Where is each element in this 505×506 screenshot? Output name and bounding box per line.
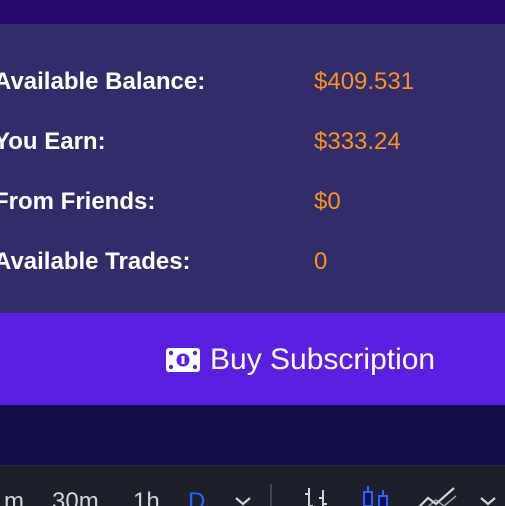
candlestick-icon[interactable] — [360, 484, 392, 506]
account-summary-card: Available Balance: $409.531 You Earn: $3… — [0, 24, 505, 313]
from-friends-label: From Friends: — [0, 188, 156, 215]
timeframe-d[interactable]: D — [188, 488, 205, 506]
chevron-down-icon[interactable] — [478, 494, 498, 506]
timeframe-1h[interactable]: 1h — [133, 488, 160, 506]
available-balance-value: $409.531 — [314, 68, 415, 95]
you-earn-row: You Earn: $333.24 — [0, 120, 505, 160]
buy-subscription-label: Buy Subscription — [210, 343, 436, 376]
money-bill-icon — [166, 348, 200, 372]
available-trades-value: 0 — [314, 248, 328, 275]
available-balance-label: Available Balance: — [0, 68, 206, 95]
buy-subscription-button[interactable]: Buy Subscription — [0, 313, 505, 405]
content-band — [0, 405, 505, 465]
line-chart-icon[interactable] — [414, 484, 460, 506]
from-friends-value: $0 — [314, 188, 341, 215]
toolbar-divider — [270, 484, 272, 506]
timeframe-m[interactable]: m — [4, 488, 24, 506]
available-trades-label: Available Trades: — [0, 248, 191, 275]
top-bar — [0, 0, 505, 24]
you-earn-label: You Earn: — [0, 128, 106, 155]
bar-chart-icon[interactable] — [303, 484, 331, 506]
available-trades-row: Available Trades: 0 — [0, 240, 505, 280]
available-balance-row: Available Balance: $409.531 — [0, 60, 505, 100]
chevron-down-icon[interactable] — [233, 494, 253, 506]
you-earn-value: $333.24 — [314, 128, 401, 155]
timeframe-30m[interactable]: 30m — [52, 488, 99, 506]
from-friends-row: From Friends: $0 — [0, 180, 505, 220]
chart-toolbar: m 30m 1h D — [0, 465, 505, 506]
